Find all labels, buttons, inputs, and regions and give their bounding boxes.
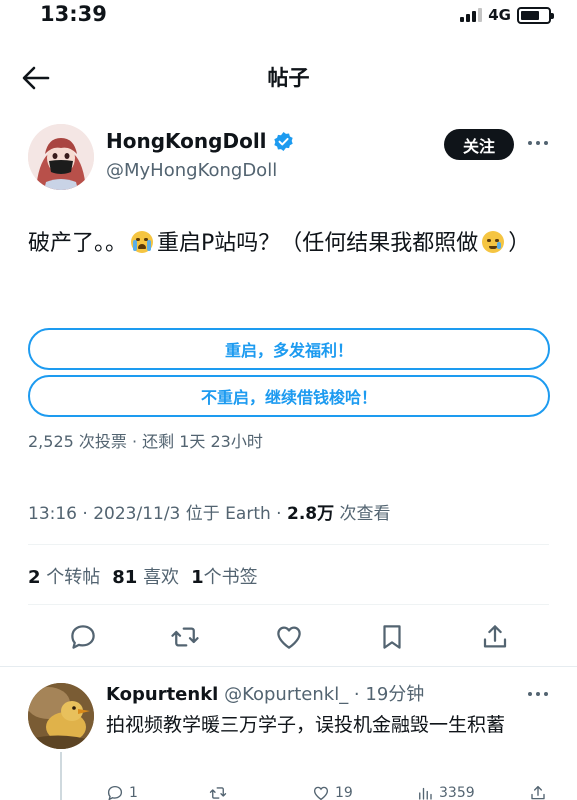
retweet-icon: [209, 787, 227, 799]
battery-icon: [517, 6, 554, 24]
thread-line: [60, 752, 62, 800]
reply-reply-count: 1: [129, 785, 138, 800]
reply-avatar[interactable]: [28, 683, 94, 749]
share-icon: [531, 785, 545, 800]
follow-button[interactable]: 关注: [444, 129, 514, 160]
divider: [28, 604, 549, 605]
like-icon[interactable]: [274, 622, 304, 652]
views-icon: [419, 787, 432, 800]
signal-icon: [460, 8, 483, 22]
reply-retweet-button[interactable]: [209, 784, 232, 800]
avatar[interactable]: [28, 124, 94, 190]
like-stat[interactable]: 81 喜欢: [112, 563, 179, 589]
author-handle[interactable]: @MyHongKongDoll: [106, 160, 277, 181]
reply-author-name[interactable]: Kopurtenkl: [106, 684, 218, 705]
tweet-text: 破产了。。 重启P站吗？（任何结果我都照做 ）: [28, 227, 552, 261]
poll-option-2[interactable]: 不重启，继续借钱梭哈！: [28, 375, 550, 417]
like-count: 81: [112, 567, 138, 588]
reply-text: 拍视频教学暖三万学子，误投机金融毁一生积蓄: [106, 714, 506, 736]
reply-views-button[interactable]: 3359: [416, 784, 475, 800]
like-label: 喜欢: [143, 567, 180, 588]
retweet-label: 个转帖: [46, 567, 101, 588]
status-time: 13:39: [40, 2, 107, 26]
divider: [0, 666, 577, 667]
reply-like-button[interactable]: 19: [312, 784, 353, 800]
retweet-count: 2: [28, 567, 41, 588]
reply-like-count: 19: [335, 785, 353, 800]
page-title: 帖子: [267, 66, 310, 90]
loudly-crying-face-icon: [131, 231, 154, 253]
verified-badge-icon: [273, 131, 293, 151]
reply-handle-time[interactable]: @Kopurtenkl_ · 19分钟: [224, 684, 424, 705]
reply-reply-button[interactable]: 1: [106, 784, 138, 800]
author-name[interactable]: HongKongDoll: [106, 129, 267, 153]
reply-more-icon[interactable]: [527, 690, 549, 698]
views-count: 2.8万: [286, 504, 335, 524]
reply-action-bar: 1 19 3359: [106, 784, 556, 800]
poll-option-1[interactable]: 重启，多发福利！: [28, 328, 550, 370]
reply-icon: [107, 785, 123, 800]
bookmark-icon[interactable]: [377, 622, 407, 652]
bookmark-count: 1: [191, 567, 204, 588]
author-name-row: HongKongDoll: [106, 129, 294, 153]
divider: [28, 544, 549, 545]
bookmark-stat[interactable]: 1个书签: [191, 563, 258, 589]
reply-header: Kopurtenkl @Kopurtenkl_ · 19分钟: [106, 680, 424, 706]
action-bar: [0, 618, 577, 658]
tweet-text-part3: ）: [508, 231, 531, 256]
like-icon: [313, 786, 329, 800]
retweet-icon[interactable]: [170, 622, 200, 652]
tweet-text-part2: 重启P站吗？（任何结果我都照做: [157, 231, 479, 256]
more-horizontal-icon[interactable]: [527, 139, 549, 147]
timestamp-text: 13:16 · 2023/11/3 位于 Earth ·: [28, 504, 287, 524]
bookmark-label: 个书签: [203, 567, 258, 588]
reply-share-button[interactable]: [529, 784, 547, 800]
engagement-stats: 2 个转帖 81 喜欢 1个书签: [28, 563, 258, 589]
tweet-text-part1: 破产了。。: [28, 231, 128, 256]
reply-views-count: 3359: [439, 785, 475, 800]
reply-icon[interactable]: [68, 622, 98, 652]
status-right: 4G: [460, 6, 554, 24]
tweet-timestamp: 13:16 · 2023/11/3 位于 Earth · 2.8万 次查看: [28, 499, 391, 524]
status-bar: 13:39 4G: [0, 0, 577, 30]
views-label: 次查看: [334, 504, 391, 524]
face-holding-back-tears-icon: [482, 231, 505, 253]
network-type: 4G: [488, 6, 511, 24]
share-icon[interactable]: [480, 622, 510, 652]
retweet-stat[interactable]: 2 个转帖: [28, 563, 100, 589]
poll-meta: 2,525 次投票 · 还剩 1天 23小时: [28, 432, 263, 451]
